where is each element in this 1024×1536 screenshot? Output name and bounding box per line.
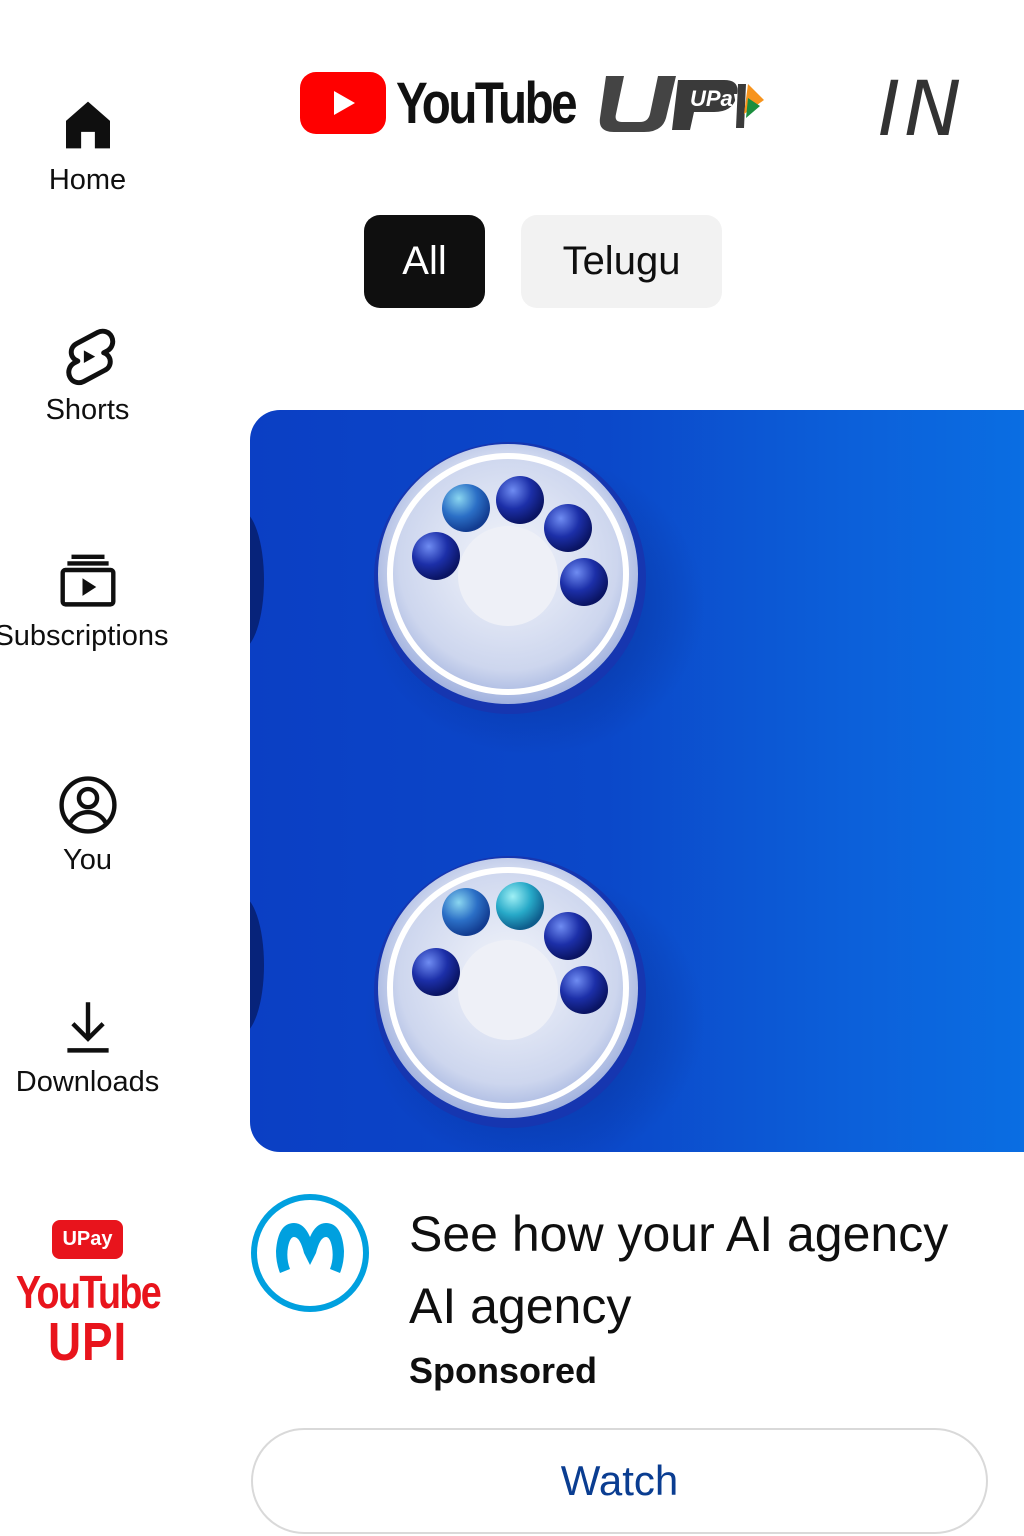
upay-badge: UPay bbox=[52, 1220, 123, 1259]
sidebar-item-label: Downloads bbox=[15, 1066, 160, 1098]
brand-youtube-text: YouTube bbox=[15, 1266, 161, 1318]
subscriptions-icon bbox=[55, 548, 121, 614]
sidebar-item-shorts[interactable]: Shorts bbox=[0, 322, 175, 427]
ad-thumbnail-image bbox=[250, 442, 705, 1152]
home-icon bbox=[55, 92, 121, 158]
country-code: IN bbox=[878, 64, 966, 153]
chip-all[interactable]: All bbox=[364, 215, 485, 308]
sidebar-item-subscriptions[interactable]: Subscriptions bbox=[0, 548, 175, 653]
shorts-icon bbox=[55, 322, 121, 388]
watch-button[interactable]: Watch bbox=[251, 1428, 988, 1534]
channel-avatar[interactable] bbox=[250, 1193, 370, 1313]
sidebar-item-downloads[interactable]: Downloads bbox=[0, 994, 175, 1099]
account-circle-icon bbox=[55, 772, 121, 838]
download-icon bbox=[55, 994, 121, 1060]
youtube-wordmark: YouTube bbox=[396, 70, 578, 136]
sidebar-item-label: Shorts bbox=[45, 394, 130, 426]
top-bar-logo[interactable]: YouTube UPay bbox=[300, 68, 776, 138]
upi-logo: UPay bbox=[596, 68, 776, 138]
sidebar: Home Shorts Subscriptions You Downloads … bbox=[0, 0, 175, 1536]
sidebar-item-home[interactable]: Home bbox=[0, 92, 175, 197]
ad-title-line-2: AI agency bbox=[409, 1278, 632, 1334]
sponsored-label: Sponsored bbox=[409, 1350, 598, 1391]
sidebar-item-label: Subscriptions bbox=[0, 620, 169, 652]
brand-upi-text: UPI bbox=[47, 1312, 128, 1372]
youtube-play-icon bbox=[300, 72, 386, 134]
sidebar-item-you[interactable]: You bbox=[0, 772, 175, 877]
ad-title-line-1: See how your AI agency bbox=[409, 1206, 949, 1262]
mulesoft-logo-icon bbox=[251, 1194, 369, 1312]
sidebar-item-label: Home bbox=[48, 164, 127, 196]
sidebar-brand-logo: UPay YouTube UPI bbox=[0, 1220, 175, 1369]
ad-thumbnail[interactable] bbox=[250, 410, 1024, 1152]
sidebar-item-label: You bbox=[63, 844, 112, 876]
upi-logo-icon: UPay bbox=[600, 76, 765, 132]
chip-telugu[interactable]: Telugu bbox=[521, 215, 722, 308]
ad-title[interactable]: See how your AI agency AI agency bbox=[409, 1198, 1009, 1342]
